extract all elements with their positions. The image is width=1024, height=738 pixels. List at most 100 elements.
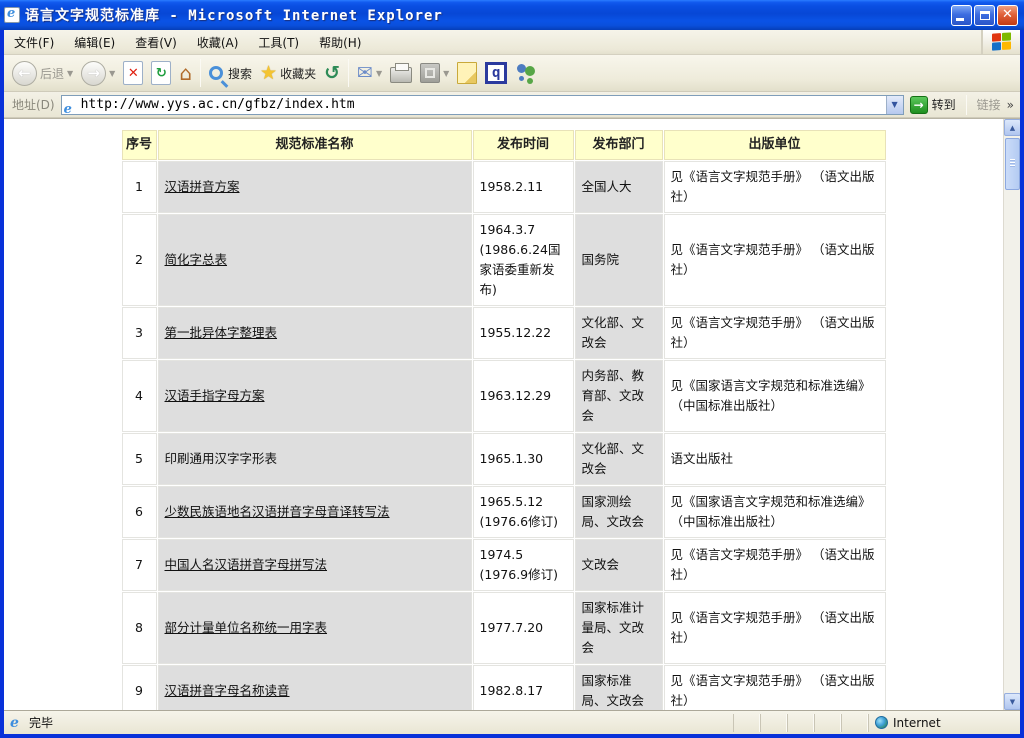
go-arrow-icon: →	[910, 96, 928, 114]
edit-dropdown-icon[interactable]: ▼	[443, 69, 449, 78]
status-pane	[814, 714, 841, 732]
standard-link[interactable]: 中国人名汉语拼音字母拼写法	[165, 557, 328, 572]
browser-window: e 语言文字规范标准库 - Microsoft Internet Explore…	[0, 0, 1024, 738]
windows-flag-icon	[992, 32, 1012, 51]
search-button[interactable]: 搜索	[205, 57, 256, 89]
favorites-star-icon: ★	[260, 64, 277, 82]
web-page: 序号 规范标准名称 发布时间 发布部门 出版单位 1 汉语拼音方案 1958.2…	[4, 119, 1003, 710]
row-no: 6	[123, 487, 156, 537]
toolbar: ← 后退 ▼ → ▼ ✕ ↻ ⌂ 搜索 ★ 收藏夹 ↺ ✉	[4, 55, 1020, 92]
messenger-icon	[515, 62, 539, 84]
standard-link[interactable]: 少数民族语地名汉语拼音字母音译转写法	[165, 504, 390, 519]
print-button[interactable]	[386, 57, 416, 89]
scrollbar-thumb[interactable]	[1005, 138, 1020, 190]
history-icon: ↺	[324, 64, 340, 82]
status-pane	[787, 714, 814, 732]
menu-favorites[interactable]: 收藏(A)	[187, 30, 249, 54]
table-row: 3 第一批异体字整理表 1955.12.22 文化部、文改会 见《语言文字规范手…	[123, 308, 885, 358]
standard-link[interactable]: 汉语拼音方案	[165, 179, 240, 194]
row-no: 8	[123, 593, 156, 663]
row-no: 7	[123, 540, 156, 590]
row-dept: 文化部、文改会	[576, 308, 662, 358]
links-chevron-icon[interactable]: »	[1007, 98, 1014, 112]
back-button[interactable]: ← 后退 ▼	[8, 57, 77, 89]
row-publisher: 见《语言文字规范手册》 （语文出版社）	[665, 162, 885, 212]
scroll-down-icon[interactable]: ▼	[1004, 693, 1020, 710]
close-button[interactable]: ✕	[997, 5, 1018, 26]
close-icon: ✕	[998, 7, 1017, 22]
go-button[interactable]: → 转到	[910, 96, 956, 114]
row-dept: 国家测绘局、文改会	[576, 487, 662, 537]
forward-dropdown-icon[interactable]: ▼	[109, 69, 115, 78]
status-pane	[733, 714, 760, 732]
address-box: e ▼	[61, 95, 904, 115]
address-input[interactable]	[81, 97, 886, 113]
menu-tools[interactable]: 工具(T)	[248, 30, 309, 54]
row-no: 1	[123, 162, 156, 212]
status-bar: e 完毕 Internet	[4, 710, 1020, 734]
table-row: 5 印刷通用汉字字形表 1965.1.30 文化部、文改会 语文出版社	[123, 434, 885, 484]
menu-file[interactable]: 文件(F)	[4, 30, 64, 54]
security-zone-label: Internet	[893, 716, 941, 730]
messenger-button[interactable]	[511, 57, 543, 89]
standard-link[interactable]: 简化字总表	[165, 252, 228, 267]
mail-button[interactable]: ✉ ▼	[353, 57, 386, 89]
page-favicon: e	[64, 98, 78, 112]
standard-link[interactable]: 第一批异体字整理表	[165, 325, 278, 340]
header-date: 发布时间	[474, 131, 573, 159]
row-no: 9	[123, 666, 156, 710]
address-dropdown-icon[interactable]: ▼	[886, 96, 903, 114]
table-row: 4 汉语手指字母方案 1963.12.29 内务部、教育部、文改会 见《国家语言…	[123, 361, 885, 431]
standard-link[interactable]: 汉语拼音字母名称读音	[165, 683, 290, 698]
maximize-button[interactable]	[974, 5, 995, 26]
search-label: 搜索	[228, 65, 252, 82]
title-bar: e 语言文字规范标准库 - Microsoft Internet Explore…	[0, 0, 1024, 30]
refresh-icon: ↻	[151, 61, 171, 85]
row-date: 1974.5 (1976.9修订)	[474, 540, 573, 590]
row-dept: 内务部、教育部、文改会	[576, 361, 662, 431]
home-button[interactable]: ⌂	[175, 57, 196, 89]
status-text: 完毕	[29, 714, 53, 731]
row-date: 1958.2.11	[474, 162, 573, 212]
stop-button[interactable]: ✕	[119, 57, 147, 89]
discuss-button[interactable]	[453, 57, 481, 89]
mail-dropdown-icon[interactable]: ▼	[376, 69, 382, 78]
status-pane	[760, 714, 787, 732]
forward-button[interactable]: → ▼	[77, 57, 119, 89]
row-no: 4	[123, 361, 156, 431]
row-publisher: 语文出版社	[665, 434, 885, 484]
address-label: 地址(D)	[12, 96, 55, 113]
history-button[interactable]: ↺	[320, 57, 344, 89]
header-name: 规范标准名称	[159, 131, 471, 159]
favorites-button[interactable]: ★ 收藏夹	[256, 57, 320, 89]
back-icon: ←	[12, 61, 37, 86]
row-date: 1977.7.20	[474, 593, 573, 663]
address-separator	[966, 95, 967, 115]
home-icon: ⌂	[179, 63, 192, 83]
scroll-up-icon[interactable]: ▲	[1004, 119, 1020, 136]
refresh-button[interactable]: ↻	[147, 57, 175, 89]
edit-button[interactable]: ▼	[416, 57, 453, 89]
menu-view[interactable]: 查看(V)	[125, 30, 187, 54]
standard-link[interactable]: 汉语手指字母方案	[165, 388, 265, 403]
minimize-button[interactable]	[951, 5, 972, 26]
menu-spacer	[371, 30, 982, 54]
forward-icon: →	[81, 61, 106, 86]
menu-help[interactable]: 帮助(H)	[309, 30, 371, 54]
plugin-q-button[interactable]: q	[481, 57, 511, 89]
plugin-q-icon: q	[485, 62, 507, 84]
row-dept: 全国人大	[576, 162, 662, 212]
discuss-note-icon	[457, 62, 477, 84]
links-label[interactable]: 链接	[977, 96, 1001, 113]
vertical-scrollbar[interactable]: ▲ ▼	[1003, 119, 1020, 710]
row-publisher: 见《国家语言文字规范和标准选编》（中国标准出版社）	[665, 487, 885, 537]
back-dropdown-icon[interactable]: ▼	[67, 69, 73, 78]
standard-link[interactable]: 部分计量单位名称统一用字表	[165, 620, 328, 635]
browser-viewport: 序号 规范标准名称 发布时间 发布部门 出版单位 1 汉语拼音方案 1958.2…	[4, 118, 1020, 710]
toolbar-separator	[348, 59, 349, 87]
table-row: 1 汉语拼音方案 1958.2.11 全国人大 见《语言文字规范手册》 （语文出…	[123, 162, 885, 212]
menu-edit[interactable]: 编辑(E)	[64, 30, 125, 54]
row-publisher: 见《语言文字规范手册》 （语文出版社）	[665, 215, 885, 305]
row-no: 5	[123, 434, 156, 484]
row-dept: 国务院	[576, 215, 662, 305]
